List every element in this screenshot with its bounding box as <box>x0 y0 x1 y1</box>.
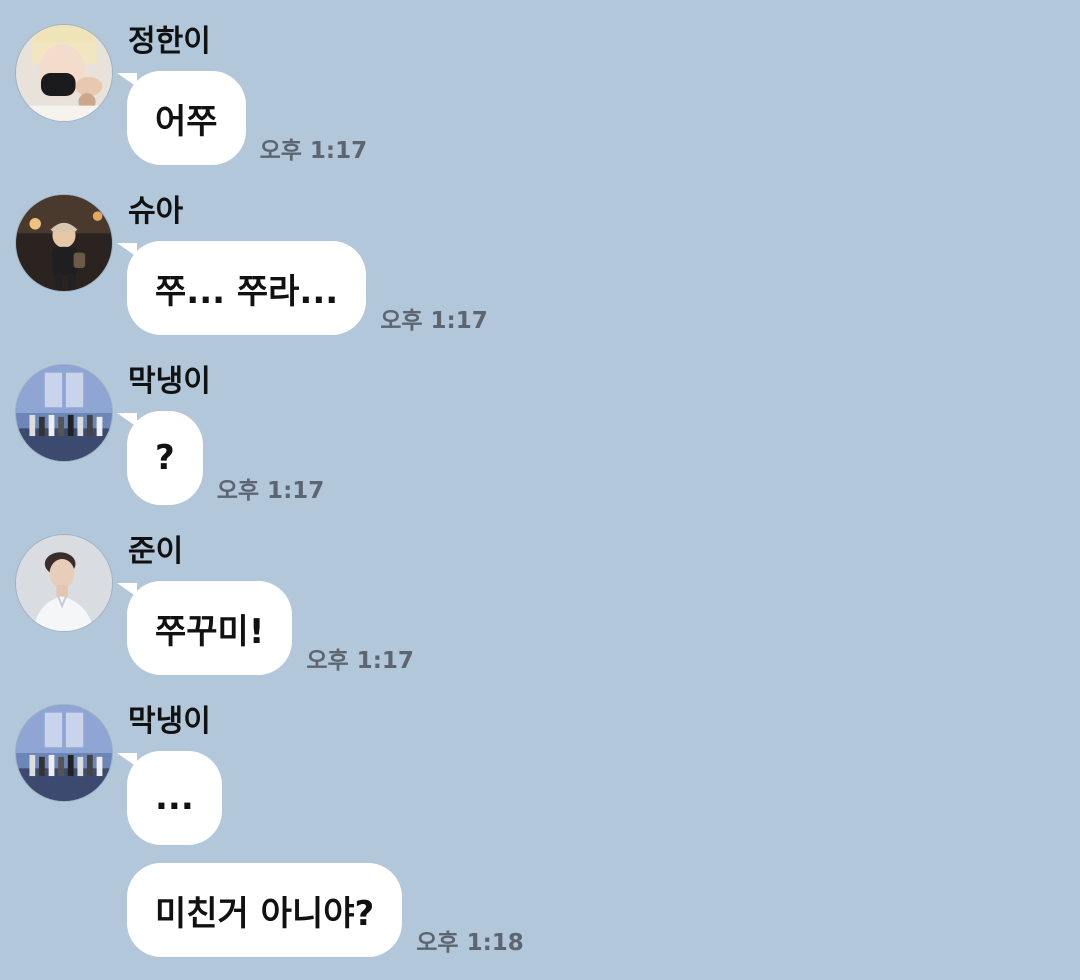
message-bubble[interactable]: ... <box>117 751 222 845</box>
message-time: 오후 1:17 <box>259 138 368 164</box>
message-row: ? 오후 1:17 <box>117 411 325 505</box>
sender-name: 막냉이 <box>128 364 211 399</box>
message-row: 미친거 아니야? 오후 1:18 <box>127 863 524 957</box>
message-time: 오후 1:17 <box>380 308 488 334</box>
message-row: ... <box>117 751 222 845</box>
message-bubble[interactable]: ? <box>117 411 203 505</box>
avatar-child-cap-icon[interactable] <box>15 194 113 292</box>
message-time: 오후 1:17 <box>306 648 414 674</box>
message-bubble[interactable]: 어쭈 <box>117 71 246 165</box>
message-row: 쭈... 쭈라... 오후 1:17 <box>116 241 488 335</box>
sender-name: 슈아 <box>128 194 184 229</box>
avatar-group-stage-icon[interactable] <box>15 364 113 462</box>
sender-name: 막냉이 <box>128 704 211 739</box>
message-bubble[interactable]: 미친거 아니야? <box>127 863 403 957</box>
message-time: 오후 1:17 <box>216 478 325 504</box>
avatar-profile-person-icon[interactable] <box>15 534 113 632</box>
message-bubble[interactable]: 쭈꾸미! <box>116 581 293 675</box>
sender-name: 정한이 <box>128 24 211 59</box>
sender-name: 준이 <box>128 534 184 569</box>
chat-room: 정한이 어쭈 오후 1:17 슈아 쭈... 쭈라... 오후 1:17 막냉이… <box>0 0 1080 980</box>
message-bubble[interactable]: 쭈... 쭈라... <box>116 241 367 335</box>
message-time: 오후 1:18 <box>416 930 524 956</box>
message-row: 쭈꾸미! 오후 1:17 <box>116 581 414 675</box>
message-row: 어쭈 오후 1:17 <box>117 71 368 165</box>
avatar-group-stage-icon[interactable] <box>15 704 113 802</box>
avatar-masked-person-icon[interactable] <box>15 24 113 122</box>
